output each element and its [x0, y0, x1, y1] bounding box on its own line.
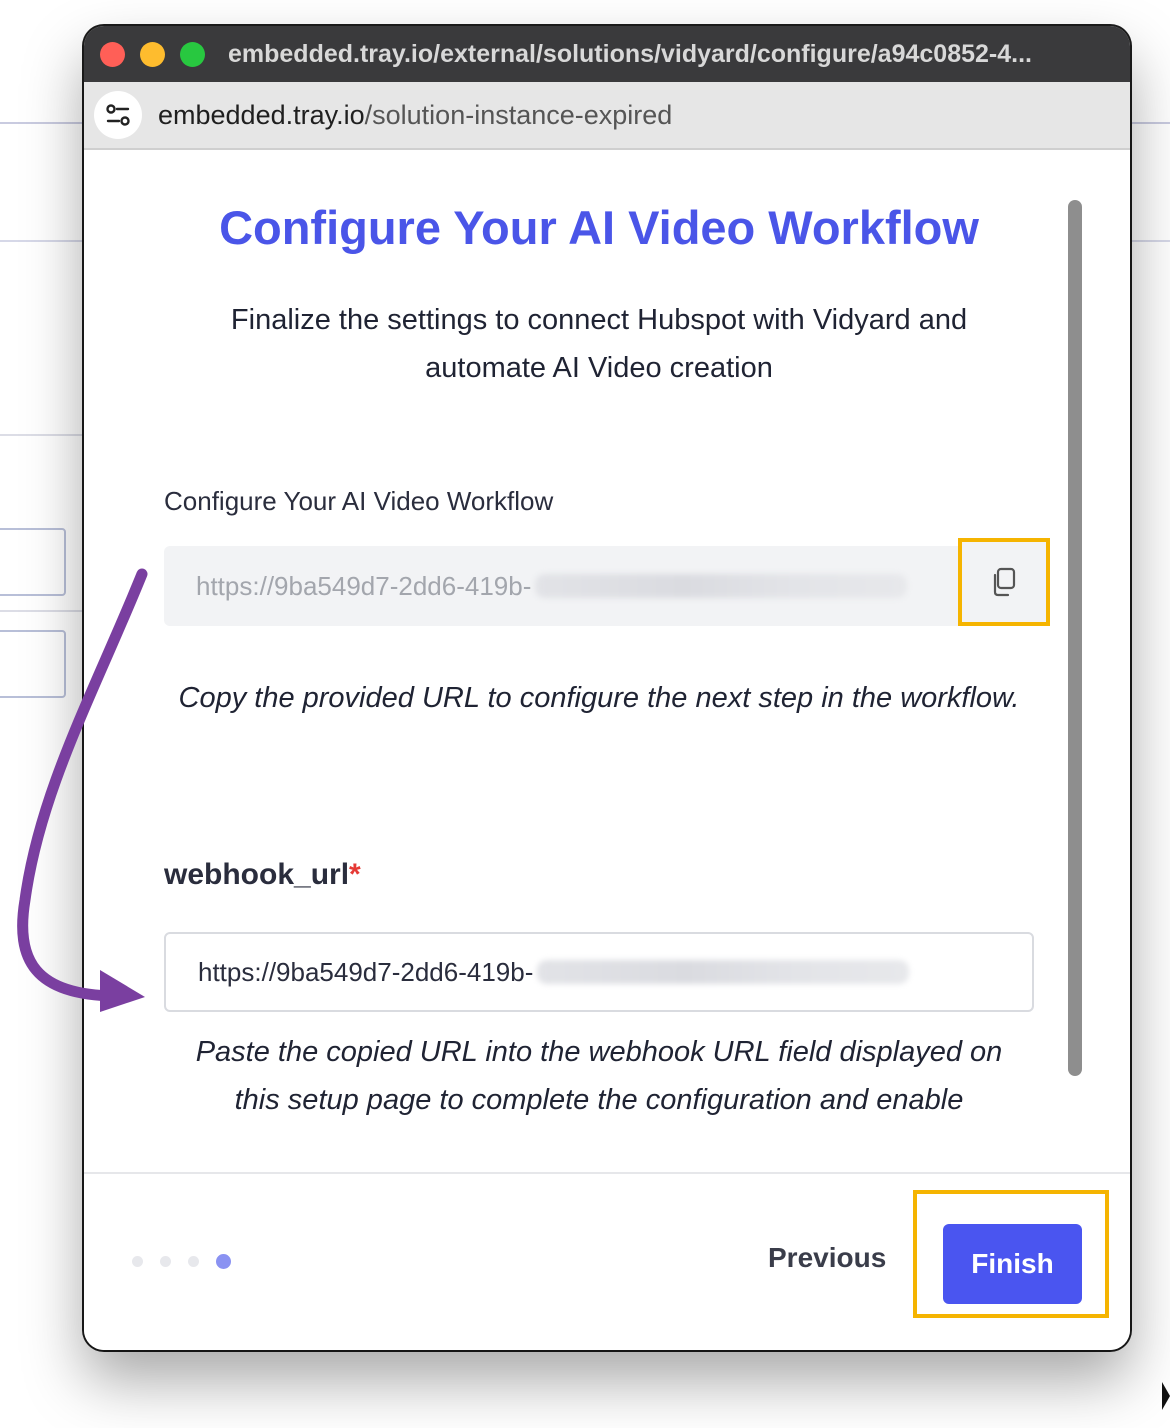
background-input: [0, 630, 66, 698]
url-domain: embedded.tray.io: [158, 99, 365, 130]
background-input: [0, 528, 66, 596]
copy-url-value: https://9ba549d7-2dd6-419b-: [196, 570, 532, 601]
window-titlebar: embedded.tray.io/external/solutions/vidy…: [84, 26, 1130, 82]
form-content: Configure Your AI Video Workflow Finaliz…: [84, 150, 1130, 1350]
background-divider: [0, 434, 90, 436]
step-indicator: [132, 1254, 248, 1269]
step-dot: [132, 1256, 143, 1267]
redacted-url-segment: [535, 574, 908, 598]
step-dot: [188, 1256, 199, 1267]
previous-button[interactable]: Previous: [768, 1242, 886, 1274]
wizard-footer: Previous Finish: [84, 1172, 1130, 1350]
maximize-window-button[interactable]: [180, 41, 205, 67]
minimize-window-button[interactable]: [140, 41, 165, 67]
copy-helper-text: Copy the provided URL to configure the n…: [178, 682, 1020, 714]
webhook-url-input[interactable]: https://9ba549d7-2dd6-419b-: [164, 932, 1034, 1012]
webhook-url-label: webhook_url*: [164, 858, 361, 892]
window-title: embedded.tray.io/external/solutions/vidy…: [228, 39, 1032, 68]
finish-button[interactable]: Finish: [943, 1224, 1082, 1304]
copy-url-field: https://9ba549d7-2dd6-419b-: [164, 546, 1034, 626]
page-subtitle: Finalize the settings to connect Hubspot…: [230, 304, 968, 384]
site-settings-button[interactable]: [94, 91, 142, 139]
webhook-url-value: https://9ba549d7-2dd6-419b-: [198, 956, 534, 987]
copy-field-label: Configure Your AI Video Workflow: [164, 486, 554, 516]
close-window-button[interactable]: [100, 41, 125, 67]
step-dot-active: [216, 1254, 231, 1269]
page-title: Configure Your AI Video Workflow: [219, 201, 979, 254]
paste-helper-text: Paste the copied URL into the webhook UR…: [195, 1036, 1003, 1116]
url-text[interactable]: embedded.tray.io/solution-instance-expir…: [158, 100, 672, 131]
redacted-url-segment: [537, 960, 910, 984]
webhook-url-label-text: webhook_url: [164, 858, 350, 891]
step-dot: [160, 1256, 171, 1267]
mouse-cursor-icon: [1162, 1382, 1170, 1410]
copy-icon: [993, 567, 1016, 597]
url-path: /solution-instance-expired: [364, 99, 673, 130]
background-divider: [0, 610, 90, 612]
popup-window: embedded.tray.io/external/solutions/vidy…: [84, 26, 1130, 1350]
address-bar: embedded.tray.io/solution-instance-expir…: [84, 82, 1130, 150]
required-marker: *: [349, 858, 361, 891]
tune-icon: [106, 104, 130, 126]
copy-url-button[interactable]: [958, 538, 1050, 626]
scrollbar[interactable]: [1068, 200, 1082, 1076]
